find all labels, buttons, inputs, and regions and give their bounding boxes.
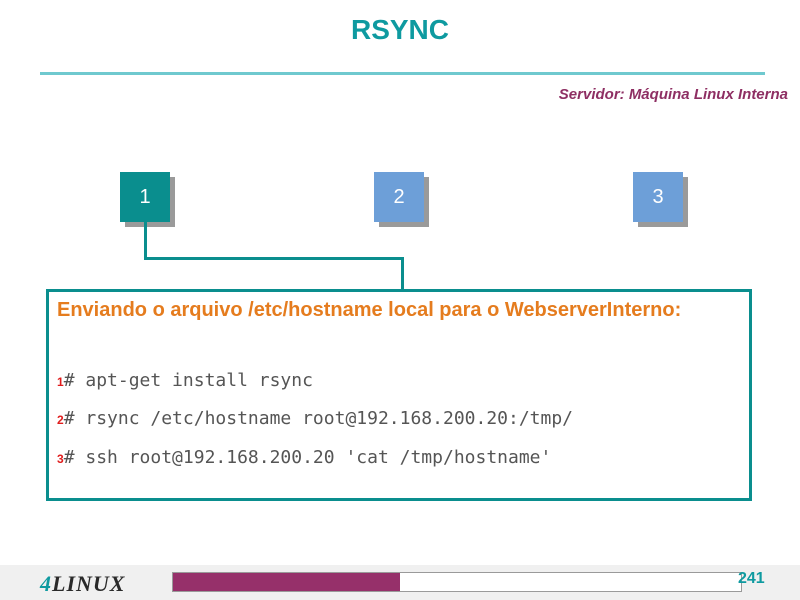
page-number: 241	[738, 570, 765, 587]
brand-logo: 4LINUX	[40, 571, 126, 596]
command-text: # rsync /etc/hostname root@192.168.200.2…	[63, 408, 574, 429]
command-line-1: 1# apt-get install rsync	[57, 370, 313, 391]
connector-vertical-1	[144, 222, 147, 259]
step-2-box[interactable]: 2	[374, 172, 424, 222]
progress-bar-fill	[173, 573, 401, 591]
command-number: 1	[57, 375, 64, 389]
command-line-3: 3# ssh root@192.168.200.20 'cat /tmp/hos…	[57, 447, 551, 468]
step-1-box[interactable]: 1	[120, 172, 170, 222]
progress-bar	[172, 572, 742, 592]
command-number: 2	[57, 413, 64, 427]
command-number: 3	[57, 452, 64, 466]
connector-horizontal	[144, 257, 404, 260]
step-3-box[interactable]: 3	[633, 172, 683, 222]
page-title: RSYNC	[350, 14, 449, 45]
command-text: # ssh root@192.168.200.20 'cat /tmp/host…	[63, 447, 552, 468]
command-text: # apt-get install rsync	[63, 370, 313, 391]
command-line-2: 2# rsync /etc/hostname root@192.168.200.…	[57, 408, 573, 429]
page-subtitle: Servidor: Máquina Linux Interna	[558, 86, 788, 103]
footer: 4LINUX 241	[0, 565, 800, 600]
connector-vertical-2	[401, 257, 404, 291]
title-divider	[40, 72, 765, 75]
content-heading: Enviando o arquivo /etc/hostname local p…	[57, 299, 682, 321]
content-box: Enviando o arquivo /etc/hostname local p…	[46, 289, 752, 501]
